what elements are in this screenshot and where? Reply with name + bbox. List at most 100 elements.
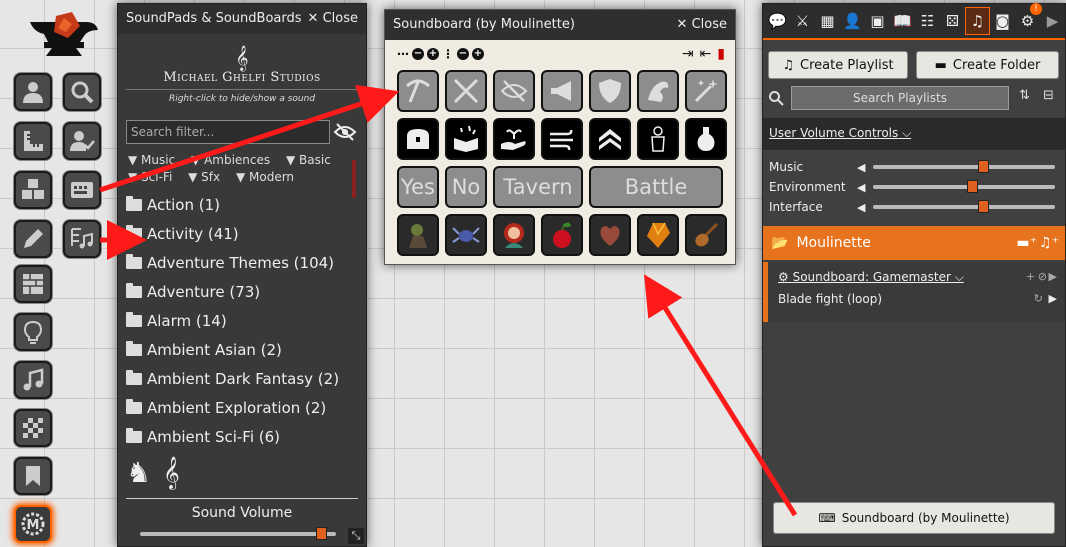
folder-item[interactable]: Ambient Dark Fantasy (2) [126,364,358,393]
sound-volume-knob[interactable] [316,527,328,540]
tag-filter[interactable]: ▼ Music [128,153,181,167]
user-check-tool[interactable] [63,122,101,160]
tab-settings[interactable]: ⚙! [1015,3,1042,35]
interface-volume-slider[interactable] [873,200,1055,213]
megaphone-sound-button[interactable] [541,70,583,112]
add-sound-icon[interactable]: + [1026,270,1035,283]
music-volume-slider[interactable] [873,160,1055,173]
cherry-sound-button[interactable] [541,214,583,256]
moulinette-tool[interactable]: M [14,505,52,543]
import-icon[interactable]: ⇤ [700,46,712,62]
create-playlist-button[interactable]: ♫ Create Playlist [768,51,908,79]
folder-item[interactable]: Alarm (14) [126,306,358,335]
add-column-button[interactable]: + [427,48,439,60]
drawing-tool[interactable] [14,220,52,258]
sort-icon[interactable]: ⇅ [1019,88,1030,103]
loop-icon[interactable]: ↻ [1034,292,1043,305]
resize-handle-icon[interactable]: ⤡ [348,528,364,544]
goblin-sound-button[interactable] [397,214,439,256]
sounds-tool[interactable] [14,361,52,399]
sound-volume-slider[interactable] [140,527,336,540]
tag-filter[interactable]: ▼ Basic [286,153,337,167]
folder-item[interactable]: Ambient Exploration (2) [126,393,358,422]
dragon-sound-button[interactable] [637,70,679,112]
token-controls-tool[interactable] [14,73,52,111]
volume-knob[interactable] [978,160,990,173]
soundpads-close-button[interactable]: ✕ Close [308,4,358,34]
hand-seed-sound-button[interactable] [493,118,535,160]
collapse-all-icon[interactable]: ⊟ [1043,88,1054,103]
export-icon[interactable]: ⇥ [682,46,694,62]
tab-scenes[interactable]: ▦ [815,7,840,35]
eye-slash-icon[interactable] [333,120,357,144]
yes-sound-button[interactable]: Yes [397,166,439,208]
pickaxe-sound-button[interactable] [397,70,439,112]
folder-item[interactable]: Ambient Asian (2) [126,335,358,364]
spider-sound-button[interactable] [445,214,487,256]
collapse-sidebar-button[interactable]: ▶ [1040,7,1065,35]
ghost-figure-sound-button[interactable] [637,118,679,160]
measure-tool[interactable] [14,122,52,160]
swords-sound-button[interactable] [445,70,487,112]
no-sound-button[interactable]: No [445,166,487,208]
tab-cards[interactable]: ⚄ [940,7,965,35]
notes-tool[interactable] [14,457,52,495]
tab-tables[interactable]: ☷ [915,7,940,35]
user-volume-controls-toggle[interactable]: User Volume Controls ⌵ [769,126,911,141]
play-playlist-icon[interactable]: ▶ [1049,270,1057,283]
moulinette-folder[interactable]: 📂 Moulinette ▬⁺ ♫⁺ [763,226,1065,260]
remove-row-button[interactable]: − [457,48,469,60]
tiles-tool[interactable] [14,171,52,209]
lute-sound-button[interactable] [685,214,727,256]
volume-knob[interactable] [978,200,990,213]
tab-combat[interactable]: ⚔ [790,7,815,35]
tab-items[interactable]: ▣ [865,7,890,35]
search-playlists-input[interactable]: Search Playlists [791,86,1009,110]
soundboard-close-button[interactable]: ✕ Close [677,10,727,40]
tag-filter[interactable]: ▼ Sci-Fi [128,170,178,184]
create-playlist-in-folder-icon[interactable]: ♫⁺ [1039,235,1059,251]
treasure-chest-sound-button[interactable] [397,118,439,160]
remove-column-button[interactable]: − [412,48,424,60]
tab-actors[interactable]: 👤 [840,7,865,35]
volume-knob[interactable] [967,180,979,193]
search-filter-input[interactable]: Search filter... [126,120,330,144]
folder-item[interactable]: Action (1) [126,190,358,219]
beating-heart-sound-button[interactable] [589,214,631,256]
battle-sound-button[interactable]: Battle [589,166,723,208]
open-soundboard-button[interactable]: ⌨ Soundboard (by Moulinette) [773,502,1055,534]
walls-tool[interactable] [14,265,52,303]
tag-filter[interactable]: ▼ Modern [236,170,300,184]
wind-sound-button[interactable] [541,118,583,160]
potion-sound-button[interactable] [685,118,727,160]
tavern-sound-button[interactable]: Tavern [493,166,583,208]
rank-chevrons-sound-button[interactable] [589,118,631,160]
dragon-pack-icon[interactable]: ♞ [126,456,151,490]
environment-volume-slider[interactable] [873,180,1055,193]
stop-icon[interactable]: ⊘ [1038,270,1047,283]
tiles-grid-tool[interactable] [14,409,52,447]
tab-chat[interactable]: 💬 [765,7,790,35]
spellbook-sound-button[interactable] [445,118,487,160]
tag-filter[interactable]: ▼ Ambiences [191,153,276,167]
treble-clef-pack-icon[interactable]: 𝄞 [163,456,180,490]
folder-item[interactable]: Adventure Themes (104) [126,248,358,277]
amber-gem-sound-button[interactable] [637,214,679,256]
folder-item[interactable]: Activity (41) [126,219,358,248]
tag-filter[interactable]: ▼ Sfx [188,170,226,184]
create-folder-button[interactable]: ▬ Create Folder [916,51,1059,79]
play-sound-icon[interactable]: ▶ [1049,292,1057,305]
search-tool[interactable] [63,73,101,111]
tab-playlists[interactable]: ♫ [965,7,990,35]
create-subfolder-icon[interactable]: ▬⁺ [1016,235,1037,251]
folder-item[interactable]: Ambient Sci-Fi (6) [126,422,358,451]
trash-icon[interactable]: ▮ [717,46,725,62]
soundboard-tool[interactable] [63,171,101,209]
tab-journal[interactable]: 📖 [890,7,915,35]
playlist-folder-tool[interactable] [63,220,101,258]
shield-sound-button[interactable] [589,70,631,112]
folder-item[interactable]: Adventure (73) [126,277,358,306]
playlist-title[interactable]: ⚙ Soundboard: Gamemaster ⌵ [778,270,964,285]
tab-compendium[interactable]: ◙ [990,7,1015,35]
add-row-button[interactable]: + [472,48,484,60]
